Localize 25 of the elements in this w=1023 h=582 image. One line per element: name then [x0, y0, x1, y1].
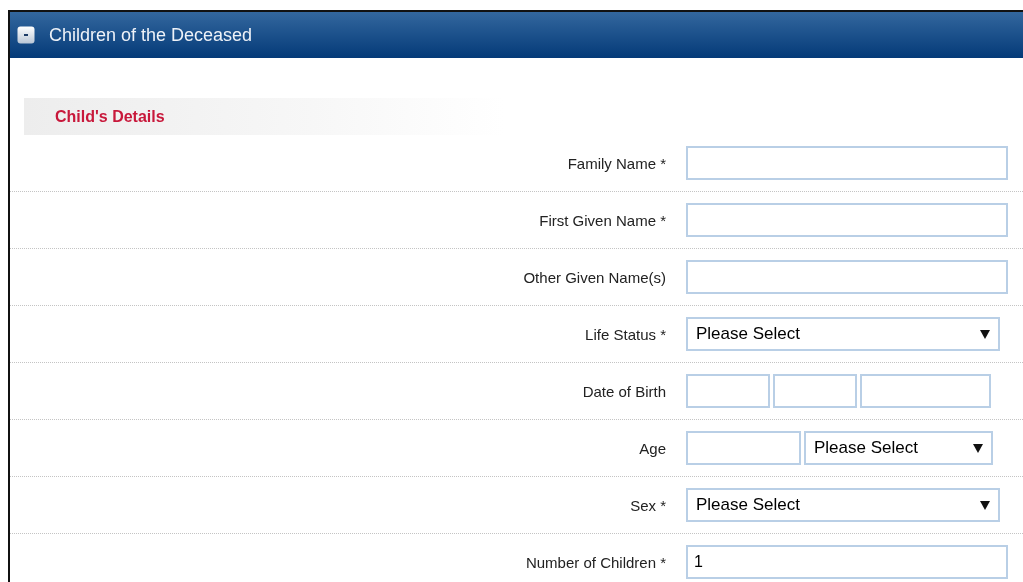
- field-label: Life Status *: [584, 325, 666, 343]
- section-title: Child's Details: [55, 107, 165, 126]
- field-label: First Given Name *: [538, 211, 666, 229]
- month-field[interactable]: [773, 374, 857, 408]
- text-field[interactable]: [686, 146, 1008, 180]
- field-label: Age: [638, 439, 666, 457]
- day-field[interactable]: [686, 374, 770, 408]
- age-field[interactable]: [686, 431, 801, 465]
- caret-icon: [980, 329, 990, 339]
- field-label: Number of Children *: [524, 553, 666, 571]
- year-field[interactable]: [860, 374, 991, 408]
- panel-title: Children of the Deceased: [49, 24, 253, 46]
- field-label: Other Given Name(s): [522, 268, 666, 286]
- collapse-icon[interactable]: [17, 26, 35, 44]
- text-field[interactable]: [686, 260, 1008, 294]
- field-label: Family Name *: [566, 154, 666, 172]
- text-field[interactable]: 1: [686, 545, 1008, 579]
- caret-icon: [980, 500, 990, 510]
- dropdown[interactable]: Please Select: [686, 488, 1000, 522]
- dropdown[interactable]: Please Select: [686, 317, 1000, 351]
- dropdown[interactable]: Please Select: [804, 431, 993, 465]
- text-field[interactable]: [686, 203, 1008, 237]
- caret-icon: [973, 443, 983, 453]
- field-label: Sex *: [629, 496, 666, 514]
- field-label: Date of Birth: [581, 382, 666, 400]
